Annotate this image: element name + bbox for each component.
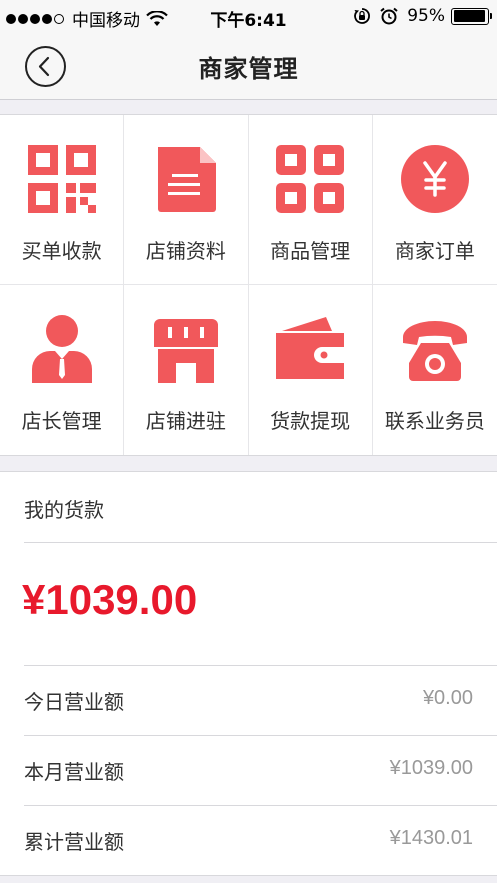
wallet-icon xyxy=(276,317,345,379)
menu-item-pay-collect[interactable]: 买单收款 xyxy=(0,115,125,285)
my-payment-section: 我的货款 ¥1039.00 今日营业额 ¥0.00 本月营业额 ¥1039.00… xyxy=(0,471,497,876)
menu-item-label: 买单收款 xyxy=(21,239,102,263)
qr-code-icon xyxy=(27,145,96,213)
stat-label: 本月营业额 xyxy=(24,760,124,784)
status-bar: 中国移动 下午6:41 95% xyxy=(0,0,497,32)
stat-row-total: 累计营业额 ¥1430.01 xyxy=(24,805,497,875)
menu-item-contact-salesman[interactable]: 联系业务员 xyxy=(373,285,497,455)
stat-row-month: 本月营业额 ¥1039.00 xyxy=(24,735,497,805)
battery-icon xyxy=(451,7,492,25)
menu-item-label: 店铺进驻 xyxy=(145,409,226,433)
balance-amount: ¥1039.00 xyxy=(22,576,198,623)
stat-value: ¥1039.00 xyxy=(389,757,473,779)
manager-person-icon xyxy=(31,315,92,383)
menu-item-store-entry[interactable]: 店铺进驻 xyxy=(124,285,249,455)
menu-item-label: 商家订单 xyxy=(394,239,475,263)
document-icon xyxy=(157,147,216,212)
alarm-icon xyxy=(380,7,398,25)
telephone-icon xyxy=(402,321,467,381)
yen-coin-icon xyxy=(400,145,469,213)
grid-squares-icon xyxy=(276,145,345,213)
stat-value: ¥1430.01 xyxy=(389,827,473,849)
page-title: 商家管理 xyxy=(198,55,299,83)
menu-item-withdraw[interactable]: 货款提现 xyxy=(249,285,373,455)
stat-value: ¥0.00 xyxy=(422,687,473,709)
menu-grid: 买单收款 店铺资料 商品管理 商家订单 店长管理 店铺进驻 货款提现 联系业务员 xyxy=(0,114,497,456)
menu-item-label: 店铺资料 xyxy=(145,239,226,263)
menu-item-label: 商品管理 xyxy=(270,239,351,263)
stat-label: 今日营业额 xyxy=(24,690,124,714)
status-right: 95% xyxy=(353,6,492,26)
menu-item-store-info[interactable]: 店铺资料 xyxy=(124,115,249,285)
storefront-icon xyxy=(153,319,218,383)
nav-bar: 商家管理 xyxy=(0,32,497,100)
battery-percent: 95% xyxy=(407,6,445,26)
stat-row-today: 今日营业额 ¥0.00 xyxy=(24,665,497,735)
menu-item-manager[interactable]: 店长管理 xyxy=(0,285,125,455)
divider xyxy=(24,542,497,543)
menu-item-merchant-orders[interactable]: 商家订单 xyxy=(372,115,497,285)
menu-item-product-manage[interactable]: 商品管理 xyxy=(248,115,373,285)
stat-label: 累计营业额 xyxy=(24,830,124,854)
menu-item-label: 联系业务员 xyxy=(384,409,485,433)
rotation-lock-icon xyxy=(354,8,371,24)
menu-item-label: 店长管理 xyxy=(21,409,102,433)
section-title: 我的货款 xyxy=(24,498,104,522)
menu-item-label: 货款提现 xyxy=(270,409,351,433)
